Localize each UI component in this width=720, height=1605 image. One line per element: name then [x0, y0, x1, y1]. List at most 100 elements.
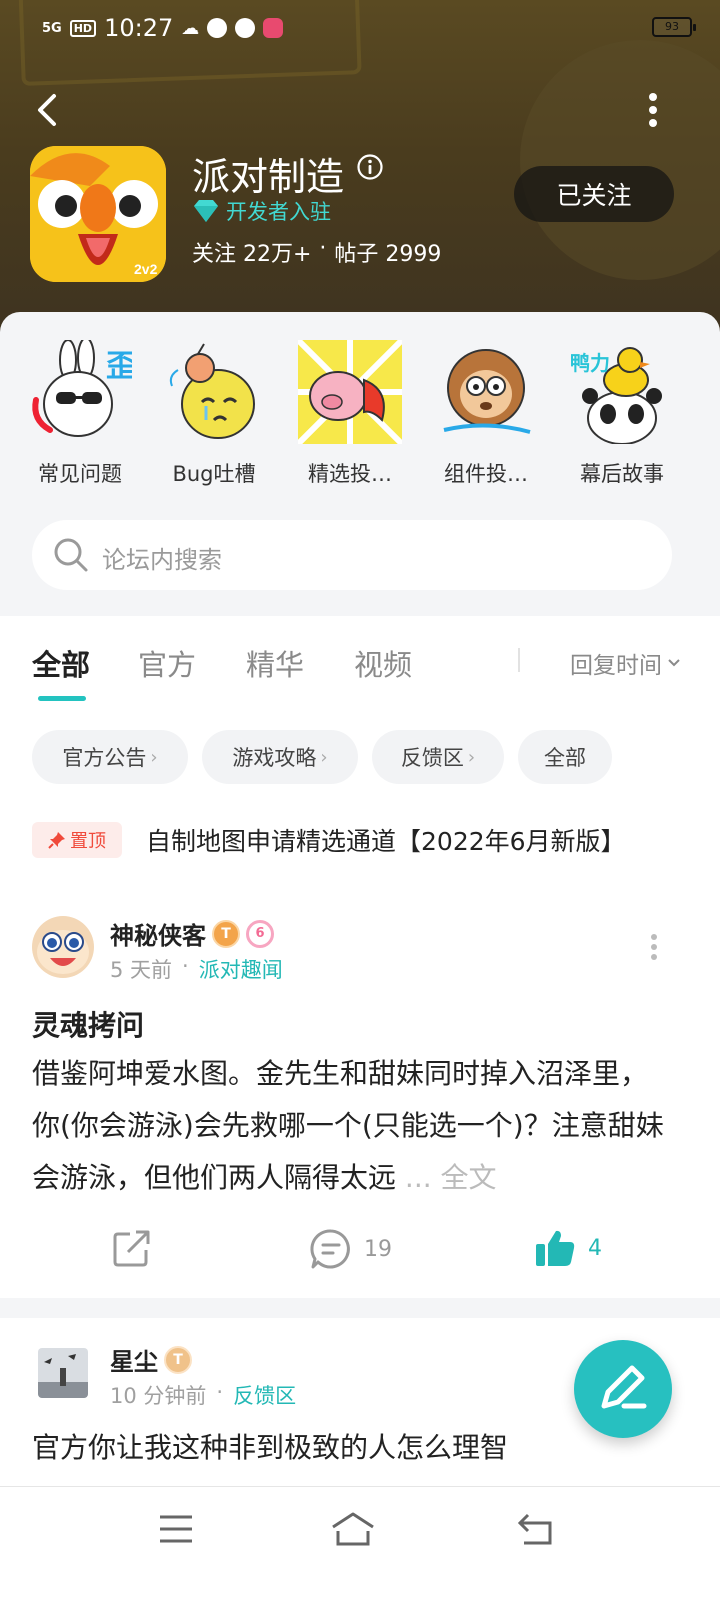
pen-icon	[601, 1365, 647, 1409]
like-count: 4	[588, 1235, 602, 1261]
tab-all[interactable]: 全部	[32, 642, 90, 684]
tab-essence[interactable]: 精华	[246, 642, 304, 684]
chevron-down-icon	[668, 659, 680, 667]
search-icon	[54, 538, 88, 572]
sort-label: 回复时间	[570, 653, 662, 679]
chevron-right-icon: ›	[150, 746, 158, 768]
share-button[interactable]	[112, 1228, 152, 1268]
comment-icon	[310, 1229, 350, 1269]
post-section-link[interactable]: 派对趣闻	[199, 954, 283, 984]
category-panel: 歪 常见问题 Bug吐槽 精选投… 组件投… 鸭力 幕后故事 论坛内搜索	[0, 312, 720, 616]
post-meta: 10 分钟前 · 反馈区	[110, 1380, 296, 1410]
like-button[interactable]: 4	[534, 1228, 602, 1268]
pinned-post[interactable]: 置顶 自制地图申请精选通道【2022年6月新版】	[0, 812, 720, 876]
back-button[interactable]	[30, 88, 70, 132]
chip-game-guides[interactable]: 游戏攻略 ›	[202, 730, 358, 784]
post-title: 灵魂拷问	[32, 1009, 145, 1042]
follow-button[interactable]: 已关注	[514, 166, 674, 222]
app-notification-icon	[263, 18, 284, 38]
sort-dropdown[interactable]: 回复时间	[570, 646, 682, 680]
level-badge: T	[164, 1345, 192, 1374]
info-icon[interactable]	[356, 153, 384, 181]
pinned-title: 自制地图申请精选通道【2022年6月新版】	[146, 827, 626, 856]
author-name: 神秘侠客	[110, 922, 206, 950]
chip-label: 游戏攻略	[232, 746, 317, 770]
forum-search-bar[interactable]: 论坛内搜索	[32, 520, 672, 590]
chevron-right-icon: ›	[467, 746, 476, 768]
post-section-link[interactable]: 反馈区	[233, 1380, 296, 1410]
forum-stats: 关注 22万+ · 帖子 2999	[192, 236, 441, 268]
category-behind-scenes[interactable]: 鸭力 幕后故事	[552, 340, 692, 488]
sticker-text: 鸭力	[570, 351, 610, 375]
pinned-label: 置顶	[70, 831, 106, 852]
hd-indicator: HD	[69, 19, 97, 37]
menu-icon[interactable]	[156, 1511, 196, 1547]
forum-header: 5G HD 10:27 ☁ 93 2v2 派对制造 开发者入驻 关注 22万+ …	[0, 0, 720, 340]
meta-separator: ·	[216, 1380, 224, 1404]
divider	[518, 648, 520, 672]
chip-label: 全部	[544, 746, 586, 770]
post-options-button[interactable]	[646, 932, 662, 962]
post-card[interactable]: 神秘侠客 T 6 5 天前 · 派对趣闻 灵魂拷问 借鉴阿坤爱水图。金先生和甜妹…	[0, 886, 720, 1298]
developer-badge: 开发者入驻	[192, 196, 331, 226]
post-meta: 5 天前 · 派对趣闻	[110, 954, 283, 984]
forum-title: 派对制造	[192, 155, 345, 199]
monkey-sticker-icon	[434, 340, 538, 444]
active-tab-indicator	[38, 696, 86, 701]
category-components[interactable]: 组件投…	[416, 340, 556, 488]
share-icon	[113, 1230, 150, 1267]
comment-count: 19	[364, 1236, 392, 1262]
avatar[interactable]	[38, 1348, 88, 1398]
chip-all[interactable]: 全部	[518, 730, 612, 784]
search-placeholder: 论坛内搜索	[102, 546, 222, 574]
category-faq[interactable]: 歪 常见问题	[10, 337, 150, 488]
post-author[interactable]: 神秘侠客 T 6	[110, 916, 274, 951]
category-label: 幕后故事	[580, 462, 664, 486]
tab-video[interactable]: 视频	[354, 642, 412, 684]
comment-button[interactable]: 19	[310, 1228, 392, 1270]
sticker-text: 歪	[106, 349, 132, 384]
stats-separator: ·	[319, 236, 327, 261]
chip-label: 官方公告	[62, 746, 147, 770]
cloud-icon: ☁	[181, 17, 200, 39]
back-nav-icon[interactable]	[516, 1511, 556, 1547]
compose-post-button[interactable]	[574, 1340, 672, 1438]
more-vertical-icon	[649, 93, 657, 127]
battery-indicator: 93	[652, 17, 696, 37]
level-badge: T	[212, 919, 240, 948]
feed-tabs-bar: 全部 官方 精华 视频 回复时间 官方公告 › 游戏攻略 › 反馈区 › 全部 置顶 …	[0, 616, 720, 896]
category-featured[interactable]: 精选投…	[280, 337, 420, 488]
post-actions: 19 4	[0, 1220, 720, 1276]
more-options-button[interactable]	[638, 90, 668, 130]
post-count: 帖子 2999	[334, 242, 442, 267]
category-label: 组件投…	[444, 462, 528, 486]
diamond-icon	[194, 200, 218, 222]
app-icon-badge: 2v2	[134, 261, 158, 277]
more-vertical-icon	[651, 934, 657, 960]
pin-icon	[48, 832, 65, 849]
thumbs-up-icon	[536, 1230, 575, 1266]
tab-official[interactable]: 官方	[138, 642, 196, 684]
chip-official-announcements[interactable]: 官方公告 ›	[32, 730, 188, 784]
chevron-right-icon: ›	[320, 746, 328, 768]
home-icon[interactable]	[330, 1511, 376, 1547]
post-time: 10 分钟前	[110, 1384, 207, 1408]
chip-label: 反馈区	[400, 746, 464, 770]
read-more-link[interactable]: ... 全文	[405, 1161, 497, 1194]
category-label: Bug吐槽	[172, 462, 256, 486]
duck-panda-sticker-icon: 鸭力	[570, 340, 674, 445]
follower-count: 关注 22万+	[192, 242, 312, 267]
forum-app-icon: 2v2	[30, 146, 166, 282]
avatar[interactable]	[32, 916, 94, 978]
chip-feedback[interactable]: 反馈区 ›	[372, 730, 504, 784]
system-navigation-bar	[0, 1486, 720, 1605]
status-time: 10:27	[104, 14, 174, 42]
notification-icon	[207, 18, 228, 38]
category-label: 常见问题	[38, 462, 122, 486]
back-arrow-icon	[38, 94, 56, 126]
author-name: 星尘	[110, 1348, 158, 1376]
rabbit-sticker-icon: 歪	[28, 337, 136, 444]
category-bug[interactable]: Bug吐槽	[144, 340, 284, 488]
post-author[interactable]: 星尘 T	[110, 1342, 192, 1377]
post-time: 5 天前	[110, 958, 173, 982]
